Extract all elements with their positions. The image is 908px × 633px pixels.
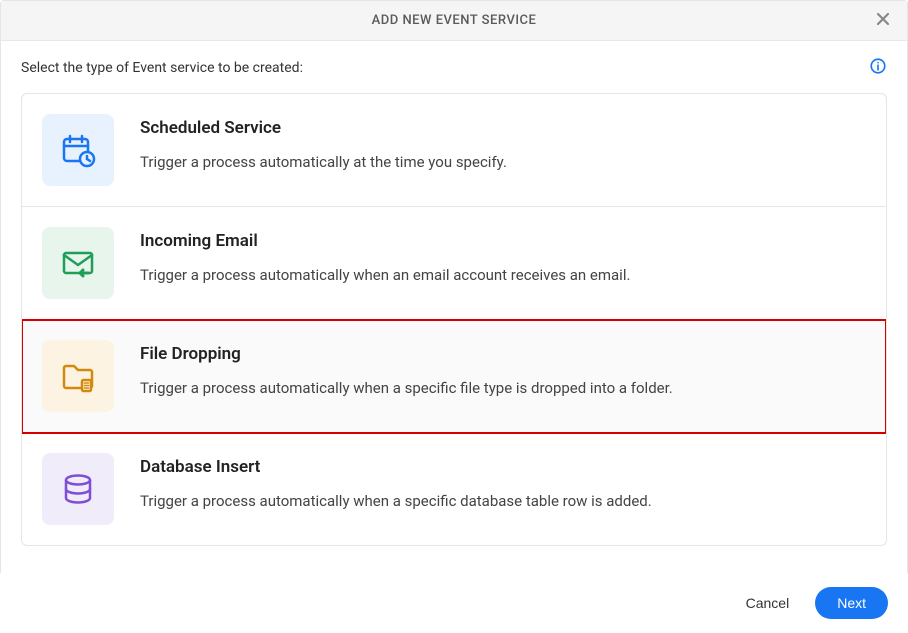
option-title: Database Insert <box>140 457 866 477</box>
dialog-footer: Cancel Next <box>0 573 908 633</box>
prompt-row: Select the type of Event service to be c… <box>21 57 887 79</box>
options-list: Scheduled Service Trigger a process auto… <box>21 93 887 546</box>
icon-box <box>42 340 114 412</box>
next-button[interactable]: Next <box>815 587 888 619</box>
option-title: Incoming Email <box>140 231 866 251</box>
close-button[interactable] <box>871 7 895 35</box>
dialog-header: ADD NEW EVENT SERVICE <box>1 1 907 41</box>
option-database-insert[interactable]: Database Insert Trigger a process automa… <box>22 433 886 545</box>
option-desc: Trigger a process automatically when a s… <box>140 378 866 399</box>
option-desc: Trigger a process automatically when a s… <box>140 491 866 512</box>
option-desc: Trigger a process automatically at the t… <box>140 152 866 173</box>
option-title: File Dropping <box>140 344 866 364</box>
option-scheduled-service[interactable]: Scheduled Service Trigger a process auto… <box>22 94 886 207</box>
option-incoming-email[interactable]: Incoming Email Trigger a process automat… <box>22 207 886 320</box>
cancel-button[interactable]: Cancel <box>740 587 796 619</box>
option-text: Database Insert Trigger a process automa… <box>140 453 866 512</box>
icon-box <box>42 453 114 525</box>
folder-file-icon <box>58 356 98 396</box>
dialog-title: ADD NEW EVENT SERVICE <box>372 13 537 28</box>
icon-box <box>42 227 114 299</box>
database-icon <box>58 469 98 509</box>
option-desc: Trigger a process automatically when an … <box>140 265 866 286</box>
option-text: Incoming Email Trigger a process automat… <box>140 227 866 286</box>
option-text: File Dropping Trigger a process automati… <box>140 340 866 399</box>
calendar-clock-icon <box>58 130 98 170</box>
prompt-text: Select the type of Event service to be c… <box>21 60 303 76</box>
option-file-dropping[interactable]: File Dropping Trigger a process automati… <box>22 320 886 433</box>
close-icon <box>875 11 891 27</box>
email-incoming-icon <box>58 243 98 283</box>
dialog-content: Select the type of Event service to be c… <box>1 41 907 546</box>
option-title: Scheduled Service <box>140 118 866 138</box>
icon-box <box>42 114 114 186</box>
option-text: Scheduled Service Trigger a process auto… <box>140 114 866 173</box>
info-icon[interactable] <box>869 57 887 79</box>
